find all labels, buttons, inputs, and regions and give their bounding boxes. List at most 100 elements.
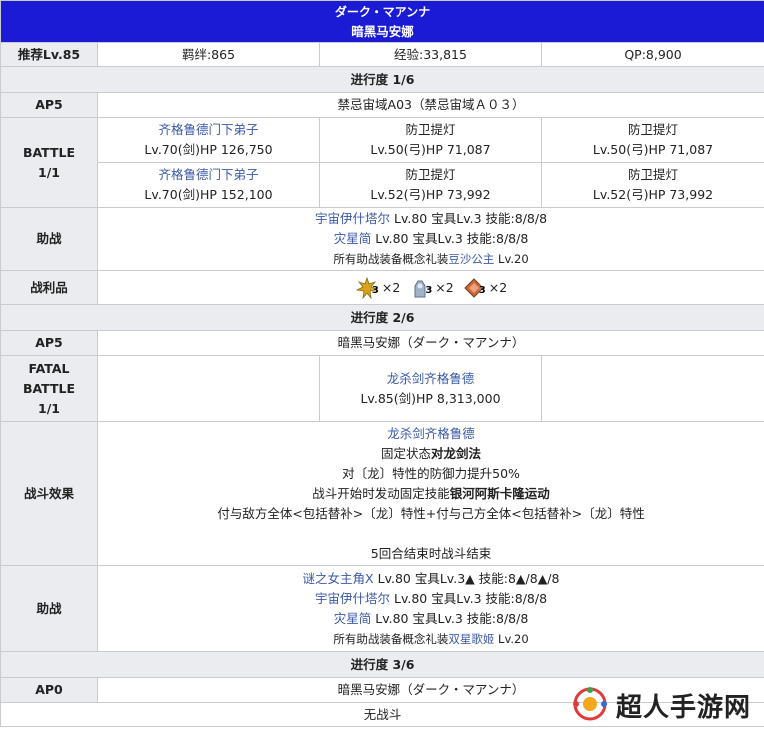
boss-row: FATAL BATTLE 1/1 龙杀剑齐格鲁德 Lv.85(剑)HP 8,31… [0,355,764,422]
boss-cell: 龙杀剑齐格鲁德 Lv.85(剑)HP 8,313,000 [319,355,542,422]
support-label: 助战 [0,207,98,271]
enemy-name: 防卫提灯 [628,167,679,182]
enemy-cell: 防卫提灯 Lv.52(弓)HP 73,992 [540,162,764,208]
support-detail: Lv.80 宝具Lv.3 技能:8/8/8 [371,231,529,246]
empty-slot [540,355,764,422]
effect-enemy-link[interactable]: 龙杀剑齐格鲁德 [387,426,475,441]
support-servant-link[interactable]: 谜之女主角X [303,571,374,586]
enemy-name: 防卫提灯 [405,167,456,182]
quest-title-jp: ダーク・マアンナ [334,4,431,19]
support-detail: Lv.80 宝具Lv.3 技能:8/8/8 [390,211,548,226]
boss-stat: Lv.85(剑)HP 8,313,000 [360,390,501,406]
qp-value: QP:8,900 [540,42,764,67]
enemy-name-link[interactable]: 齐格鲁德门下弟子 [158,122,258,137]
ap-row: AP5 禁忌宙域A03（禁忌宙域Ａ０３） [0,92,764,118]
progress-title: 进行度 3/6 [0,651,764,678]
enemy-row: BATTLE 1/1 齐格鲁德门下弟子 Lv.70(剑)HP 126,750 防… [0,117,764,208]
support-detail: Lv.80 宝具Lv.3▲ 技能:8▲/8▲/8 [373,570,560,586]
support-cell: 谜之女主角X Lv.80 宝具Lv.3▲ 技能:8▲/8▲/8 宇宙伊什塔尔 L… [96,565,764,652]
enemy-name-link[interactable]: 齐格鲁德门下弟子 [158,167,258,182]
progress-header: 进行度 2/6 [0,304,764,331]
ce-level: Lv.20 [494,631,529,646]
ap-label: AP5 [0,92,98,118]
ce-link[interactable]: 豆沙公主 [448,252,494,266]
ap-label: AP5 [0,330,98,356]
enemy-name: 防卫提灯 [405,122,456,137]
effect-label: 战斗效果 [0,421,98,566]
effect-prefix: 战斗开始时发动固定技能 [312,485,450,501]
drop-item: 3 ×2 [462,277,507,299]
support-label: 助战 [0,565,98,652]
enemy-stat: Lv.50(弓)HP 71,087 [370,142,491,157]
support-detail: Lv.80 宝具Lv.3 技能:8/8/8 [390,590,548,606]
info-row: 推荐Lv.85 羁绊:865 经验:33,815 QP:8,900 [0,42,764,67]
support-cell: 宇宙伊什塔尔 Lv.80 宝具Lv.3 技能:8/8/8 灾星简 Lv.80 宝… [96,207,764,271]
support-servant-link[interactable]: 灾星简 [334,611,372,626]
effect-text: 对〔龙〕特性的防御力提升50% [342,465,520,481]
ce-prefix: 所有助战装备概念礼装 [333,252,449,266]
drops-label: 战利品 [0,270,98,305]
enemy-name: 防卫提灯 [628,122,679,137]
drops-cell: 3 ×2 3 ×2 3 ×2 [96,270,764,305]
ce-link[interactable]: 双星歌姬 [448,632,494,646]
ap-value: 暗黑马安娜（ダーク・マアンナ） [96,330,764,356]
support-row: 助战 宇宙伊什塔尔 Lv.80 宝具Lv.3 技能:8/8/8 灾星简 Lv.8… [0,207,764,271]
support-servant-link[interactable]: 宇宙伊什塔尔 [315,211,390,226]
enemy-stat: Lv.52(弓)HP 73,992 [370,187,491,202]
enemy-cell: 齐格鲁德门下弟子 Lv.70(剑)HP 126,750 [97,117,320,163]
boss-name-link[interactable]: 龙杀剑齐格鲁德 [387,371,475,386]
enemy-cell: 防卫提灯 Lv.50(弓)HP 71,087 [540,117,764,163]
drops-row: 战利品 3 ×2 3 ×2 3 ×2 [0,270,764,305]
enemy-cell: 防卫提灯 Lv.50(弓)HP 71,087 [319,117,542,163]
empty-slot [97,355,320,422]
effect-skill-name: 银河阿斯卡隆运动 [449,485,550,501]
bond-value: 羁绊:865 [97,42,320,67]
support-row: 助战 谜之女主角X Lv.80 宝具Lv.3▲ 技能:8▲/8▲/8 宇宙伊什塔… [0,565,764,652]
progress-header: 进行度 1/6 [0,66,764,93]
effect-text: 5回合结束时战斗结束 [370,545,492,561]
support-detail: Lv.80 宝具Lv.3 技能:8/8/8 [371,610,529,626]
enemy-row: 齐格鲁德门下弟子 Lv.70(剑)HP 152,100 防卫提灯 Lv.52(弓… [1,162,764,208]
watermark-logo-icon [570,684,610,727]
effect-prefix: 固定状态 [381,445,432,461]
item-rarity: 3 [371,284,379,296]
gold-gear-icon[interactable]: 3 [355,276,379,299]
drop-qty: ×2 [435,279,454,295]
ap-label: AP0 [0,677,98,703]
progress-header: 进行度 3/6 [0,651,764,678]
enemy-stat: Lv.50(弓)HP 71,087 [592,142,714,157]
silver-statue-icon[interactable]: 3 [408,277,432,299]
watermark: 超人手游网 [570,680,764,730]
ce-level: Lv.20 [494,252,529,266]
exp-value: 经验:33,815 [319,42,542,67]
effect-skill-name: 对龙剑法 [431,445,482,461]
title-row: ダーク・マアンナ 暗黑马安娜 [0,0,764,43]
support-servant-link[interactable]: 灾星简 [334,231,372,246]
drop-qty: ×2 [488,279,508,295]
enemy-stat: Lv.70(剑)HP 152,100 [144,187,273,202]
enemy-stat: Lv.70(剑)HP 126,750 [144,142,273,157]
quest-page: ダーク・マアンナ 暗黑马安娜 推荐Lv.85 羁绊:865 经验:33,815 … [0,0,764,730]
progress-title: 进行度 2/6 [0,304,764,331]
drop-item: 3 ×2 [408,277,454,299]
battle-label: BATTLE 1/1 [0,117,98,208]
ap-row: AP5 暗黑马安娜（ダーク・マアンナ） [0,330,764,356]
effect-cell: 龙杀剑齐格鲁德 固定状态对龙剑法 对〔龙〕特性的防御力提升50% 战斗开始时发动… [96,421,764,566]
enemy-stat: Lv.52(弓)HP 73,992 [592,187,714,202]
quest-table: ダーク・マアンナ 暗黑马安娜 推荐Lv.85 羁绊:865 经验:33,815 … [0,0,764,727]
bronze-gem-icon[interactable]: 3 [462,277,486,299]
drop-item: 3 ×2 [355,276,401,299]
quest-title: ダーク・マアンナ 暗黑马安娜 [0,0,764,43]
ce-prefix: 所有助战装备概念礼装 [333,631,449,646]
drop-qty: ×2 [381,279,401,295]
item-rarity: 3 [425,284,433,296]
progress-title: 进行度 1/6 [0,66,764,93]
support-servant-link[interactable]: 宇宙伊什塔尔 [315,591,390,606]
enemy-cell: 防卫提灯 Lv.52(弓)HP 73,992 [319,162,542,208]
battle-label: FATAL BATTLE 1/1 [0,355,98,422]
enemy-cell: 齐格鲁德门下弟子 Lv.70(剑)HP 152,100 [97,162,320,208]
effect-text: 付与敌方全体<包括替补>〔龙〕特性+付与己方全体<包括替补>〔龙〕特性 [217,505,645,521]
quest-title-cn: 暗黑马安娜 [351,23,414,39]
recommended-level: 推荐Lv.85 [0,42,98,67]
effect-row: 战斗效果 龙杀剑齐格鲁德 固定状态对龙剑法 对〔龙〕特性的防御力提升50% 战斗… [0,421,764,566]
